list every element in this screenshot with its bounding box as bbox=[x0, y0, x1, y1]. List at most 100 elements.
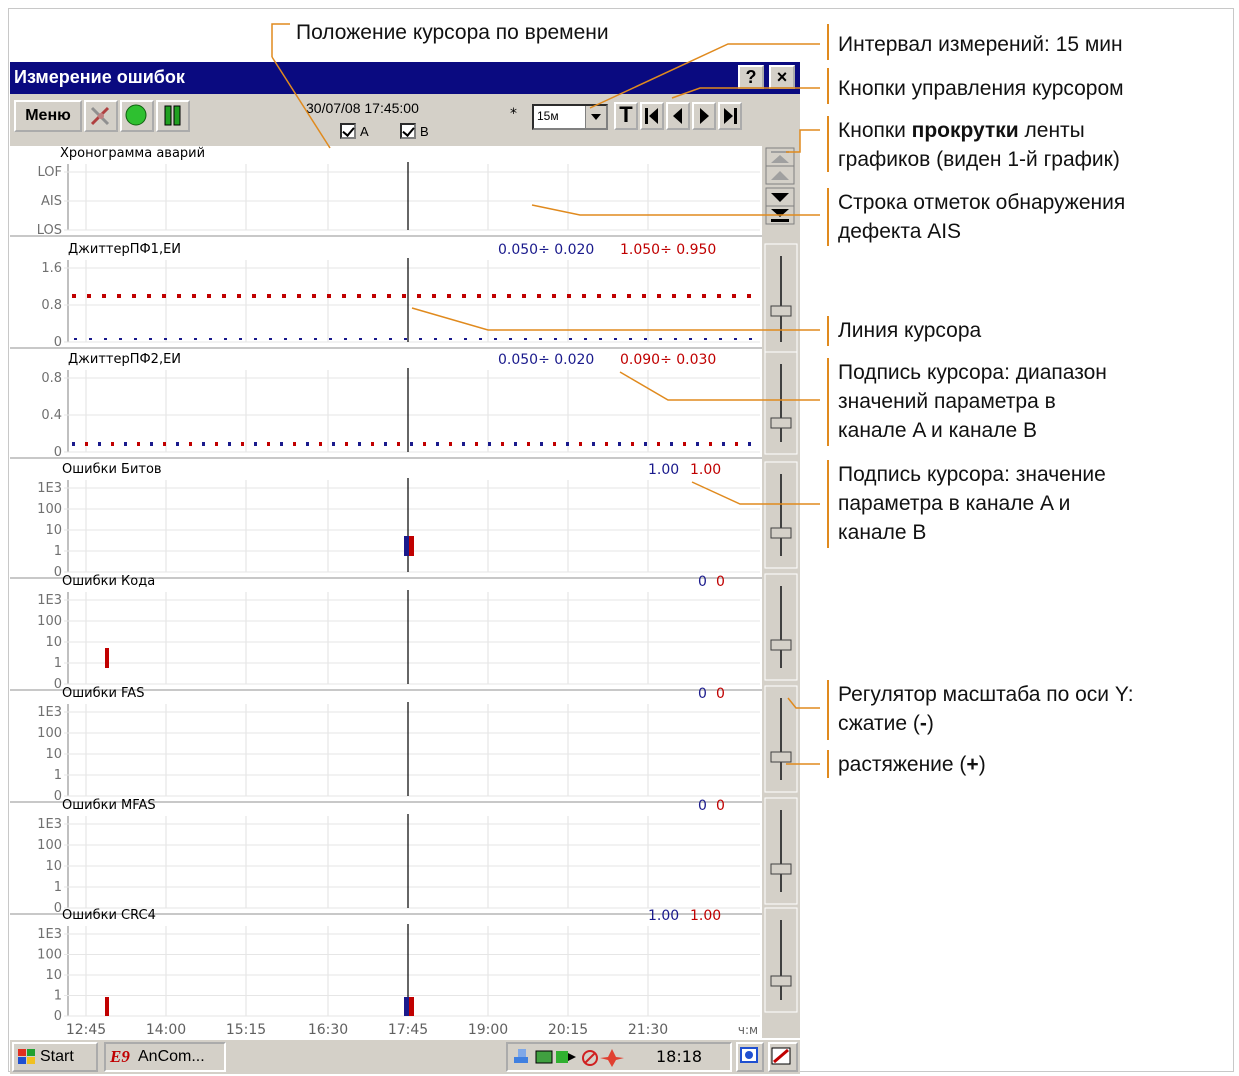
slider-thumb[interactable] bbox=[770, 751, 792, 763]
slider-thumb[interactable] bbox=[770, 639, 792, 651]
menu-button[interactable]: Меню bbox=[14, 100, 82, 132]
pause-button[interactable] bbox=[156, 100, 190, 132]
jitter1-point-a bbox=[734, 338, 737, 340]
jitter1-point-b bbox=[282, 294, 286, 298]
slider-thumb[interactable] bbox=[770, 417, 792, 429]
cursor-next-button[interactable] bbox=[692, 102, 716, 130]
jitter1-point-b bbox=[387, 294, 391, 298]
y-tick-label: 0 bbox=[54, 565, 62, 580]
jitter1-point-b bbox=[492, 294, 496, 298]
interval-select[interactable]: 15м bbox=[532, 104, 608, 130]
y-tick-label: 10 bbox=[45, 968, 62, 983]
y-tick-label: 0.8 bbox=[41, 298, 62, 313]
slider-thumb[interactable] bbox=[770, 527, 792, 539]
y-tick-label: 1 bbox=[54, 989, 62, 1004]
code-errors-bar-b bbox=[105, 648, 109, 668]
time-tick-label: 14:00 bbox=[146, 1022, 186, 1038]
clock: 18:18 bbox=[656, 1047, 703, 1066]
jitter1-point-a bbox=[704, 338, 707, 340]
y-tick-label: 1E3 bbox=[37, 927, 62, 942]
panel-title-7: Ошибки CRC4 bbox=[62, 908, 156, 923]
cursor-first-button[interactable] bbox=[640, 102, 664, 130]
cursor-trigger-button[interactable]: T bbox=[614, 102, 638, 130]
jitter1-point-a bbox=[434, 338, 437, 340]
cursor-last-button[interactable] bbox=[718, 102, 742, 130]
jitter1-point-a bbox=[239, 338, 242, 340]
y-tick-label: 100 bbox=[37, 838, 62, 853]
y-tick-label: AIS bbox=[41, 194, 62, 209]
y-tick-label: 0.8 bbox=[41, 371, 62, 386]
annotation-scale-bold: - bbox=[919, 712, 927, 735]
jitter1-point-b bbox=[522, 294, 526, 298]
interval-value: 15м bbox=[537, 109, 559, 123]
jitter1-point-b bbox=[702, 294, 706, 298]
cursor-prev-button[interactable] bbox=[666, 102, 690, 130]
start-button[interactable]: Start bbox=[12, 1042, 98, 1072]
jitter1-point-b bbox=[357, 294, 361, 298]
jitter1-point-b bbox=[87, 294, 91, 298]
y-tick-label: 0 bbox=[54, 901, 62, 916]
jitter2-point bbox=[592, 442, 595, 446]
y-tick-label: 1E3 bbox=[37, 817, 62, 832]
time-tick-label: 17:45 bbox=[388, 1022, 428, 1038]
slider-thumb[interactable] bbox=[770, 863, 792, 875]
channel-b-checkbox[interactable] bbox=[400, 123, 416, 139]
taskbar-app-button[interactable]: E9 AnCom... bbox=[104, 1042, 226, 1072]
jitter1-point-b bbox=[627, 294, 631, 298]
jitter1-point-b bbox=[102, 294, 106, 298]
bit-errors-bar-b bbox=[409, 536, 414, 556]
jitter1-point-a bbox=[404, 338, 407, 340]
annotation-scroll-prefix: Кнопки bbox=[838, 119, 912, 142]
jitter1-point-b bbox=[642, 294, 646, 298]
jitter2-point bbox=[748, 442, 751, 446]
scale-panel-svg bbox=[764, 147, 798, 1013]
jitter1-point-a bbox=[329, 338, 332, 340]
chart-strip[interactable]: LOF AIS LOS 1.6 0.8 0 0.8 0.4 0 1E3 100 10 1 0 1E3 100 1… bbox=[10, 146, 762, 1038]
annotation-stretch: растяжение (+) bbox=[838, 750, 986, 779]
jitter1-point-a bbox=[449, 338, 452, 340]
cursor-range-a-2: 0.050÷ 0.020 bbox=[498, 352, 595, 368]
jitter1-point-a bbox=[689, 338, 692, 340]
jitter1-point-a bbox=[254, 338, 257, 340]
jitter2-point bbox=[683, 442, 686, 446]
y-tick-label: 10 bbox=[45, 635, 62, 650]
annotation-range-label: Подпись курсора: диапазон значений парам… bbox=[838, 358, 1107, 445]
close-button[interactable]: × bbox=[769, 65, 795, 89]
jitter1-point-b bbox=[732, 294, 736, 298]
jitter1-point-a bbox=[569, 338, 572, 340]
jitter1-point-b bbox=[687, 294, 691, 298]
window-title: Измерение ошибок bbox=[14, 67, 185, 87]
jitter1-point-b bbox=[177, 294, 181, 298]
annotation-cursor-time: Положение курсора по времени bbox=[296, 21, 609, 44]
slider-thumb[interactable] bbox=[770, 975, 792, 987]
jitter2-point bbox=[657, 442, 660, 446]
jitter1-point-b bbox=[342, 294, 346, 298]
y-tick-label: 1 bbox=[54, 880, 62, 895]
jitter1-point-b bbox=[477, 294, 481, 298]
panel-title-2: ДжиттерПФ2,ЕИ bbox=[68, 352, 182, 367]
jitter2-point bbox=[631, 442, 634, 446]
jitter1-point-a bbox=[509, 338, 512, 340]
battery-icon bbox=[535, 1050, 553, 1064]
jitter1-point-b bbox=[567, 294, 571, 298]
help-button[interactable]: ? bbox=[738, 65, 764, 89]
panel-title-3: Ошибки Битов bbox=[62, 462, 162, 477]
jitter1-point-a bbox=[374, 338, 377, 340]
jitter2-point bbox=[605, 442, 608, 446]
start-measure-button[interactable] bbox=[120, 100, 154, 132]
jitter2-point bbox=[709, 442, 712, 446]
y-tick-label: LOS bbox=[37, 223, 62, 238]
annotation-interval: Интервал измерений: 15 мин bbox=[838, 33, 1123, 56]
annotation-stretch-suffix: ) bbox=[978, 753, 986, 776]
jitter2-point bbox=[280, 442, 283, 446]
slider-thumb[interactable] bbox=[770, 305, 792, 317]
time-tick-label: 20:15 bbox=[548, 1022, 588, 1038]
alarm-icon bbox=[600, 1049, 624, 1067]
jitter1-point-a bbox=[164, 338, 167, 340]
chevron-down-icon[interactable] bbox=[585, 106, 606, 128]
keyboard-button[interactable] bbox=[768, 1042, 798, 1072]
settings-button[interactable] bbox=[84, 100, 118, 132]
jitter2-point bbox=[462, 442, 465, 446]
channel-a-checkbox[interactable] bbox=[340, 123, 356, 139]
desktop-button[interactable] bbox=[736, 1042, 764, 1072]
